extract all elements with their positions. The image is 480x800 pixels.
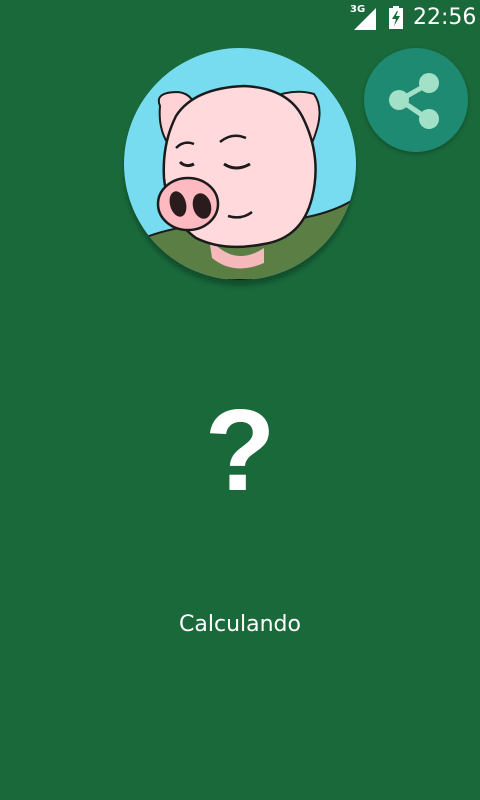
calculation-status-text: Calculando [179, 612, 301, 637]
status-clock: 22:56 [413, 5, 477, 30]
pig-face-icon [124, 84, 356, 280]
result-symbol: ? [204, 385, 276, 515]
status-bar: 3G 22:56 [0, 0, 480, 36]
battery-charging-icon [389, 6, 403, 29]
share-icon [389, 73, 439, 129]
share-button[interactable] [364, 48, 468, 152]
pig-avatar [124, 48, 356, 280]
signal-icon [354, 8, 376, 30]
app-screen: 3G 22:56 ? Calculando [0, 0, 480, 800]
